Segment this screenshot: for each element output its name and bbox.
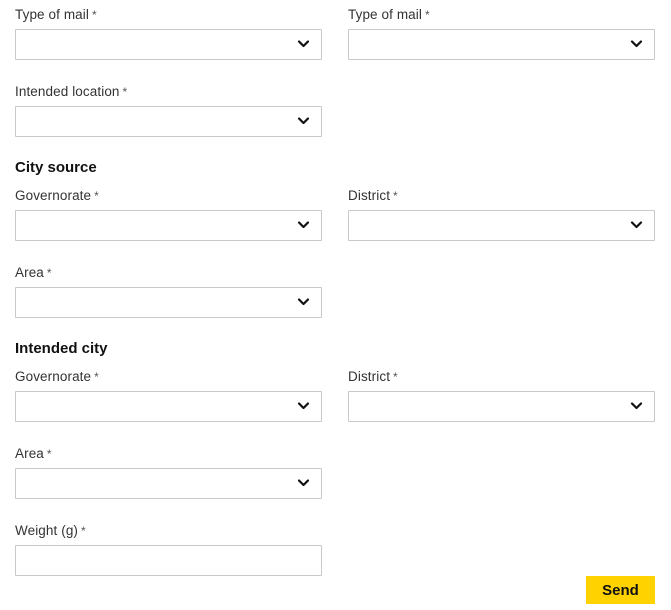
intended-governorate-select[interactable] bbox=[15, 391, 322, 422]
weight-label: Weight (g) * bbox=[15, 523, 86, 538]
mail-type-left-label: Type of mail * bbox=[15, 7, 97, 22]
chevron-down-icon bbox=[297, 298, 310, 306]
source-governorate-label: Governorate * bbox=[15, 188, 99, 203]
chevron-down-icon bbox=[630, 221, 643, 229]
chevron-down-icon bbox=[297, 479, 310, 487]
intended-district-label: District * bbox=[348, 369, 398, 384]
chevron-down-icon bbox=[297, 402, 310, 410]
weight-input[interactable] bbox=[15, 545, 322, 576]
send-button[interactable]: Send bbox=[586, 576, 655, 604]
chevron-down-icon bbox=[297, 117, 310, 125]
source-area-select[interactable] bbox=[15, 287, 322, 318]
mail-type-right-label: Type of mail * bbox=[348, 7, 430, 22]
intended-area-select[interactable] bbox=[15, 468, 322, 499]
chevron-down-icon bbox=[297, 40, 310, 48]
intended-area-label: Area * bbox=[15, 446, 52, 461]
mail-type-right-select[interactable] bbox=[348, 29, 655, 60]
intended-location-select[interactable] bbox=[15, 106, 322, 137]
intended-district-select[interactable] bbox=[348, 391, 655, 422]
source-district-label: District * bbox=[348, 188, 398, 203]
mail-type-left-select[interactable] bbox=[15, 29, 322, 60]
city-source-heading: City source bbox=[15, 159, 97, 176]
source-district-select[interactable] bbox=[348, 210, 655, 241]
intended-city-heading: Intended city bbox=[15, 340, 108, 357]
intended-location-label: Intended location * bbox=[15, 84, 128, 99]
intended-governorate-label: Governorate * bbox=[15, 369, 99, 384]
chevron-down-icon bbox=[630, 40, 643, 48]
source-governorate-select[interactable] bbox=[15, 210, 322, 241]
source-area-label: Area * bbox=[15, 265, 52, 280]
chevron-down-icon bbox=[297, 221, 310, 229]
chevron-down-icon bbox=[630, 402, 643, 410]
